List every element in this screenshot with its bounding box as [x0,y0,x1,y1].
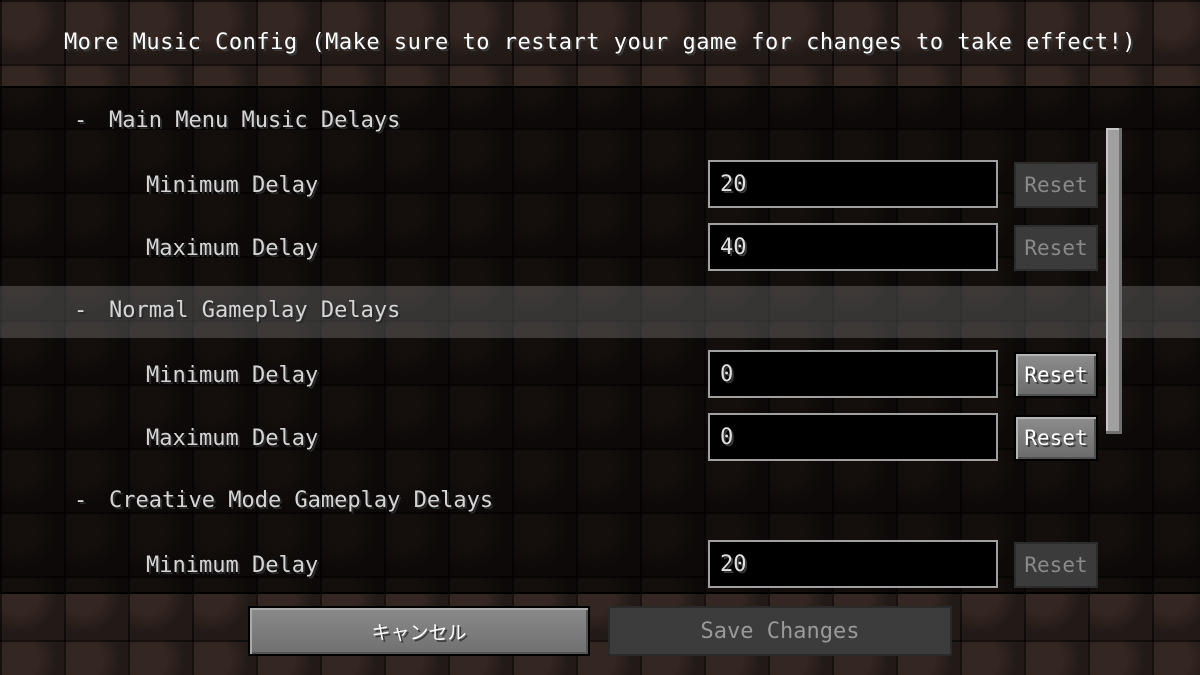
section-header-creative-mode: - Creative Mode Gameplay Delays [0,476,1200,528]
section-header-main-menu: - Main Menu Music Delays [0,96,1200,148]
field-label: Minimum Delay [146,363,319,388]
collapse-dash-icon: - [74,488,88,513]
section-title: Main Menu Music Delays [109,108,401,133]
config-list[interactable]: - Main Menu Music Delays Minimum Delay R… [0,86,1200,594]
section-header-normal-gameplay: - Normal Gameplay Delays [0,286,1200,338]
reset-button[interactable]: Reset [1014,225,1098,271]
config-screen: More Music Config (Make sure to restart … [0,0,1200,675]
reset-button[interactable]: Reset [1014,542,1098,588]
config-row-main-menu-min: Minimum Delay Reset [0,160,1200,212]
section-title: Creative Mode Gameplay Delays [109,488,494,513]
main-menu-min-delay-input[interactable] [708,160,998,208]
field-label: Minimum Delay [146,553,319,578]
section-title: Normal Gameplay Delays [109,298,401,323]
footer: キャンセル Save Changes [0,592,1200,675]
collapse-dash-icon: - [74,298,88,323]
main-menu-max-delay-input[interactable] [708,223,998,271]
reset-button[interactable]: Reset [1014,162,1098,208]
header: More Music Config (Make sure to restart … [0,0,1200,84]
config-row-normal-max: Maximum Delay Reset [0,413,1200,465]
scrollbar-thumb[interactable] [1106,128,1122,434]
config-row-creative-min: Minimum Delay Reset [0,540,1200,592]
reset-button[interactable]: Reset [1014,415,1098,461]
normal-min-delay-input[interactable] [708,350,998,398]
collapse-dash-icon: - [74,108,88,133]
config-row-main-menu-max: Maximum Delay Reset [0,223,1200,275]
creative-min-delay-input[interactable] [708,540,998,588]
field-label: Minimum Delay [146,173,319,198]
reset-button[interactable]: Reset [1014,352,1098,398]
field-label: Maximum Delay [146,236,319,261]
normal-max-delay-input[interactable] [708,413,998,461]
page-title: More Music Config (Make sure to restart … [63,29,1137,55]
save-changes-button[interactable]: Save Changes [608,606,952,656]
config-row-normal-min: Minimum Delay Reset [0,350,1200,402]
cancel-button[interactable]: キャンセル [248,606,590,656]
field-label: Maximum Delay [146,426,319,451]
